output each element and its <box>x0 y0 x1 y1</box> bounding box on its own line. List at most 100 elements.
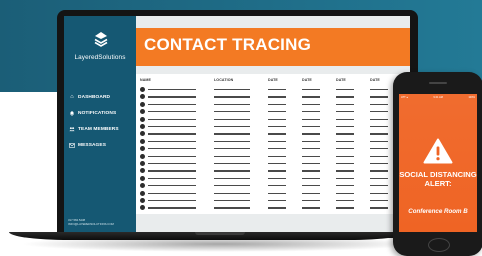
column-header-date: DATE <box>302 78 312 82</box>
cell-placeholder <box>336 155 354 157</box>
table-row[interactable] <box>136 197 410 204</box>
cell-placeholder <box>370 133 388 135</box>
cell-placeholder <box>148 96 196 98</box>
cell-placeholder <box>268 163 286 165</box>
row-avatar <box>140 205 145 211</box>
cell-placeholder <box>370 148 388 150</box>
cell-placeholder <box>336 170 354 172</box>
cell-placeholder <box>302 89 320 91</box>
cell-placeholder <box>336 192 354 194</box>
cell-placeholder <box>302 103 320 106</box>
cell-placeholder <box>148 148 196 150</box>
cell-placeholder <box>336 126 354 128</box>
cell-placeholder <box>268 170 286 172</box>
cell-placeholder <box>268 118 286 120</box>
cell-placeholder <box>214 111 250 113</box>
sidebar-item-label: DASHBOARD <box>78 94 111 100</box>
cell-placeholder <box>302 177 320 180</box>
cell-placeholder <box>336 207 354 209</box>
cell-placeholder <box>336 163 354 165</box>
row-avatar <box>140 168 145 174</box>
cell-placeholder <box>214 89 250 91</box>
cell-placeholder <box>268 140 286 143</box>
table-row[interactable] <box>136 190 410 197</box>
column-header-date: DATE <box>370 78 380 82</box>
table-row[interactable] <box>136 145 410 152</box>
table-row[interactable] <box>136 108 410 115</box>
cell-placeholder <box>214 200 250 202</box>
cell-placeholder <box>302 111 320 113</box>
cell-placeholder <box>302 96 320 98</box>
cell-placeholder <box>370 126 388 128</box>
table-row[interactable] <box>136 130 410 137</box>
column-header-name: NAME <box>140 78 151 82</box>
table-row[interactable] <box>136 182 410 189</box>
cell-placeholder <box>148 192 196 194</box>
cell-placeholder <box>336 96 354 98</box>
cell-placeholder <box>268 177 286 180</box>
row-avatar <box>140 175 145 181</box>
cell-placeholder <box>268 155 286 157</box>
sidebar-item-dashboard[interactable]: ⌂ DASHBOARD <box>69 94 137 100</box>
row-avatar <box>140 124 145 129</box>
row-avatar <box>140 190 145 196</box>
cell-placeholder <box>336 118 354 120</box>
cell-placeholder <box>148 126 196 128</box>
phone-screen: ATT ● 9:41 AM 100% SOCIAL DISTANCING ALE… <box>399 94 477 232</box>
cell-placeholder <box>148 89 196 91</box>
bell-icon <box>69 110 75 116</box>
row-avatar <box>140 161 145 166</box>
table-row[interactable] <box>136 123 410 130</box>
table-row[interactable] <box>136 116 410 123</box>
column-header-date: DATE <box>336 78 346 82</box>
cell-placeholder <box>370 155 388 157</box>
cell-placeholder <box>268 192 286 194</box>
table-row[interactable] <box>136 160 410 167</box>
sidebar-item-label: MESSAGES <box>78 142 106 148</box>
page-header: CONTACT TRACING <box>136 28 410 66</box>
row-avatar <box>140 146 145 152</box>
warning-triangle-icon <box>423 138 453 164</box>
home-icon: ⌂ <box>70 94 74 100</box>
table-row[interactable] <box>136 153 410 160</box>
cell-placeholder <box>370 185 388 187</box>
table-row[interactable] <box>136 175 410 182</box>
cell-placeholder <box>302 200 320 202</box>
cell-placeholder <box>268 185 286 187</box>
table-row[interactable] <box>136 93 410 100</box>
cell-placeholder <box>370 96 388 98</box>
row-avatar <box>140 138 145 144</box>
cell-placeholder <box>302 163 320 165</box>
cell-placeholder <box>214 103 250 106</box>
table-row[interactable] <box>136 167 410 174</box>
page-title: CONTACT TRACING <box>144 35 311 54</box>
cell-placeholder <box>370 200 388 202</box>
cell-placeholder <box>148 177 196 180</box>
cell-placeholder <box>268 200 286 202</box>
table-row[interactable] <box>136 86 410 93</box>
cell-placeholder <box>148 200 196 202</box>
cell-placeholder <box>214 133 250 135</box>
cell-placeholder <box>336 200 354 202</box>
cell-placeholder <box>214 192 250 194</box>
column-header-location: LOCATION <box>214 78 234 82</box>
cell-placeholder <box>214 148 250 150</box>
cell-placeholder <box>268 89 286 91</box>
cell-placeholder <box>214 177 250 180</box>
envelope-icon <box>69 142 75 148</box>
phone-home-button[interactable] <box>428 238 450 252</box>
row-avatar <box>140 109 145 115</box>
cell-placeholder <box>148 170 196 172</box>
cell-placeholder <box>148 155 196 157</box>
sidebar-item-messages[interactable]: MESSAGES <box>69 142 137 148</box>
cell-placeholder <box>370 177 388 180</box>
cell-placeholder <box>214 118 250 120</box>
sidebar-item-notifications[interactable]: NOTIFICATIONS <box>69 110 137 116</box>
cell-placeholder <box>302 140 320 143</box>
sidebar-item-team-members[interactable]: TEAM MEMBERS <box>69 126 137 132</box>
table-row[interactable] <box>136 101 410 108</box>
row-avatar <box>140 94 145 100</box>
table-row[interactable] <box>136 204 410 211</box>
cell-placeholder <box>268 133 286 135</box>
table-row[interactable] <box>136 138 410 145</box>
